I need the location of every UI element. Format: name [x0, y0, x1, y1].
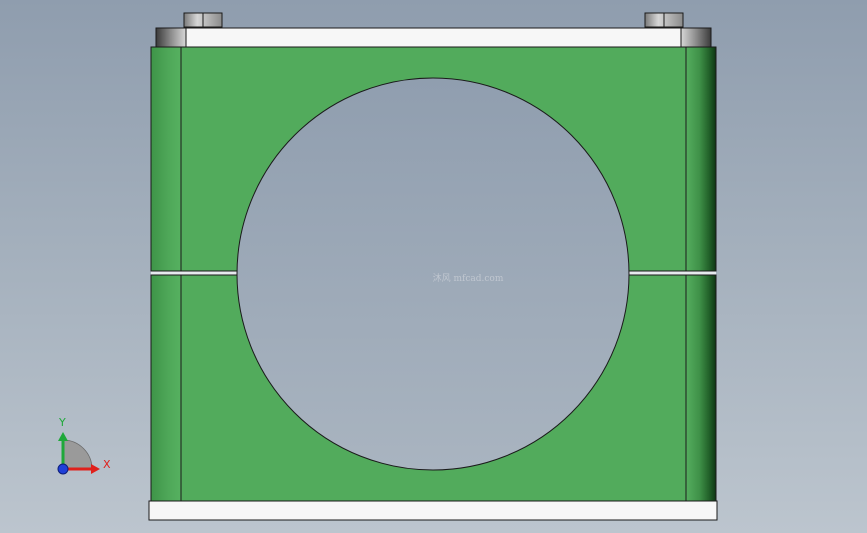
top-right-bolt[interactable]: [644, 12, 684, 28]
watermark-text: 沐风 mfcad.com: [433, 272, 504, 284]
z-axis-dot: [57, 463, 69, 475]
triad-plane-indicator: [62, 439, 93, 470]
graphics-viewport[interactable]: 沐风 mfcad.com Y X: [0, 0, 867, 533]
model-scene[interactable]: 沐风 mfcad.com Y X: [0, 0, 867, 533]
y-axis-label: Y: [58, 416, 66, 429]
top-left-bolt[interactable]: [183, 12, 223, 28]
bottom-base-plate[interactable]: [148, 500, 718, 521]
orientation-triad[interactable]: Y X: [57, 416, 111, 475]
x-axis-label: X: [103, 458, 111, 471]
top-cover-plate[interactable]: [155, 27, 712, 48]
